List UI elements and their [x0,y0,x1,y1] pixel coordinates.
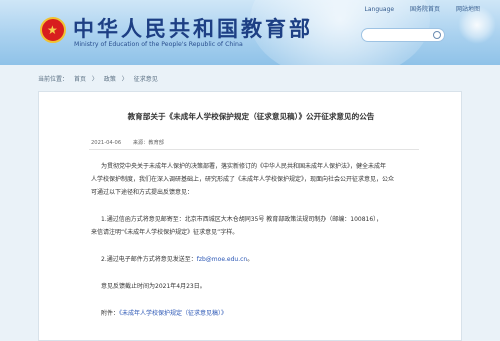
national-emblem-icon: ★ [40,17,66,43]
breadcrumb-separator: 〉 [91,76,98,83]
top-links: Language 国务院首页 网站地图 [351,4,481,13]
article-title: 教育部关于《未成年人学校保护规定（征求意见稿）》公开征求意见的公告 [127,112,375,121]
breadcrumb-policy[interactable]: 政策 [104,76,116,83]
article-card: 教育部关于《未成年人学校保护规定（征求意见稿）》公开征求意见的公告 2021-0… [38,91,462,341]
breadcrumb: 当前位置： 首页 〉 政策 〉 征求意见 [38,74,162,83]
breadcrumb-prefix: 当前位置： [38,76,69,83]
site-header: ★ 中华人民共和国教育部 Ministry of Education of th… [0,0,500,65]
item1-line: 1.通过信函方式将意见邮寄至：北京市西城区大木仓胡同35号 教育部政策法规司制办… [101,216,383,223]
attachment-label: 附件： [101,310,120,317]
breadcrumb-consultation[interactable]: 征求意见 [134,76,158,83]
breadcrumb-separator: 〉 [121,76,128,83]
gov-home-link[interactable]: 国务院首页 [410,6,440,13]
item2-line: 2.通过电子邮件方式将意见发送至：fzb@moe.edu.cn。 [101,253,253,266]
language-link[interactable]: Language [365,6,395,13]
site-title[interactable]: 中华人民共和国教育部 [73,13,313,43]
item1-line: 来信请注明“《未成年人学校保护规定》征求意见”字样。 [91,229,239,236]
article-date: 2021-04-06 [91,140,122,146]
paragraph-line: 可通过以下途径和方式提出反馈意见： [91,189,194,196]
item2-end: 。 [247,256,254,263]
paragraph-line: 人学校保护制度，我们在深入调研基础上，研究形成了《未成年人学校保护规定》，现面向… [91,176,395,183]
dandelion-decoration [458,6,496,44]
breadcrumb-home[interactable]: 首页 [74,76,86,83]
attachment-line: 附件：《未成年人学校保护规定（征求意见稿）》 [101,307,227,320]
search-input[interactable] [361,28,445,42]
site-subtitle: Ministry of Education of the People's Re… [74,41,243,48]
search-icon[interactable] [433,31,441,39]
deadline-text: 意见反馈截止时间为2021年4月23日。 [101,283,206,290]
paragraph-line: 为贯彻党中央关于未成年人保护的决策部署，落实新修订的《中华人民共和国未成年人保护… [101,163,387,170]
attachment-link[interactable]: 《未成年人学校保护规定（征求意见稿）》 [119,310,227,317]
divider [89,149,419,150]
item2-label: 2.通过电子邮件方式将意见发送至： [101,256,197,263]
article-source: 来源：教育部 [132,140,164,146]
email-link[interactable]: fzb@moe.edu.cn [197,256,248,263]
article-meta: 2021-04-06 来源：教育部 [91,139,174,146]
